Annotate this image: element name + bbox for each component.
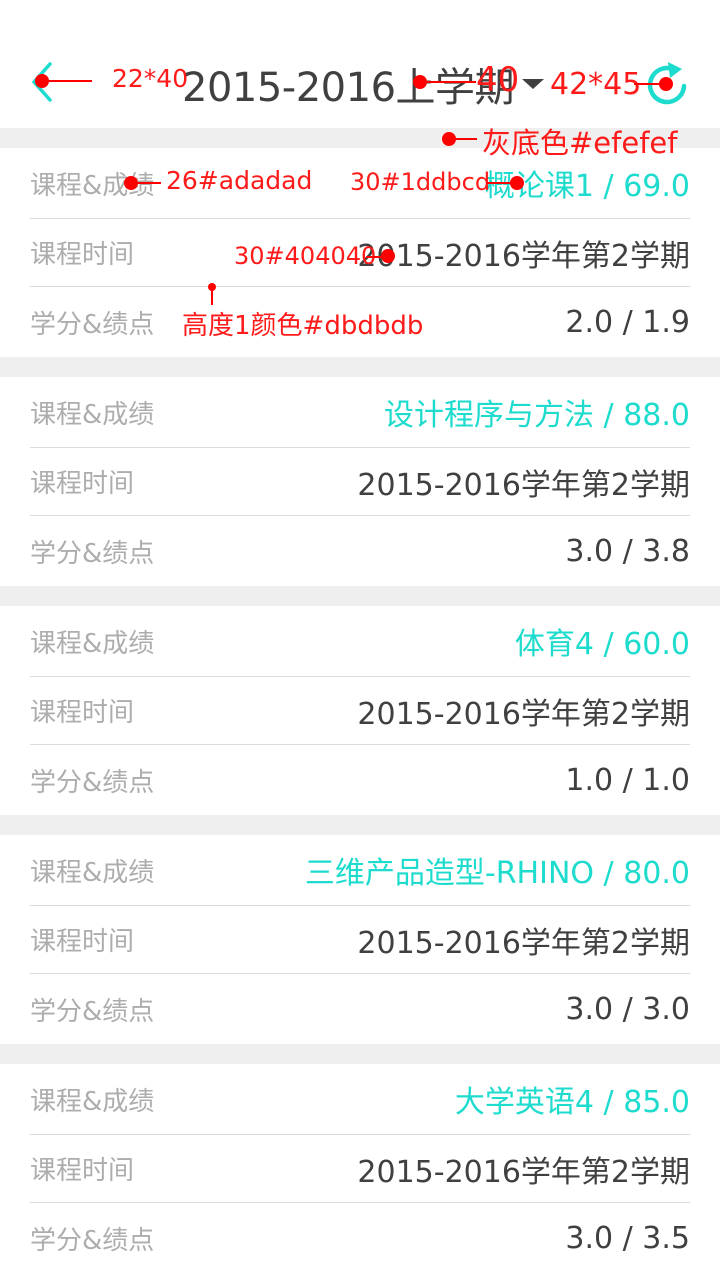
course-time-label: 课程时间 [30,698,135,728]
course-card: 课程&成绩 体育4 / 60.0 课程时间 2015-2016学年第2学期 学分… [0,606,720,815]
page-title: 2015-2016上学期 [182,65,515,111]
course-score-value: 大学英语4 / 85.0 [454,1085,690,1120]
course-score-label: 课程&成绩 [30,857,155,888]
annotation-line [211,289,213,305]
card-gap [0,1044,720,1064]
header: 2015-2016上学期 [0,0,720,128]
course-score-value: 体育4 / 60.0 [514,627,690,662]
annotation-line [420,81,476,83]
credit-gpa-label: 学分&绩点 [30,538,155,569]
course-card: 课程&成绩 大学英语4 / 85.0 课程时间 2015-2016学年第2学期 … [0,1064,720,1273]
course-score-value: 三维产品造型-RHINO / 80.0 [304,856,690,891]
back-size-annotation: 22*40 [112,64,189,93]
course-time-label: 课程时间 [30,927,135,957]
course-time-value: 2015-2016学年第2学期 [357,467,690,503]
annotation-marker [510,176,524,190]
chevron-down-icon [522,79,545,89]
card-gap [0,357,720,377]
course-time-value: 2015-2016学年第2学期 [357,1154,690,1190]
course-time-value: 2015-2016学年第2学期 [357,925,690,961]
credit-gpa-value: 3.0 / 3.5 [565,1220,690,1256]
course-time-value: 2015-2016学年第2学期 [357,696,690,732]
course-time-row: 课程时间 2015-2016学年第2学期 [30,448,690,516]
value-spec-annotation: 30#404040 [234,242,377,270]
credit-gpa-row: 学分&绩点 1.0 / 1.0 [30,745,690,815]
course-time-row: 课程时间 2015-2016学年第2学期 [30,1135,690,1203]
card-gap [0,815,720,835]
course-time-label: 课程时间 [30,240,135,270]
credit-gpa-row: 学分&绩点 3.0 / 3.5 [30,1203,690,1273]
course-time-row: 课程时间 2015-2016学年第2学期 [30,906,690,974]
credit-gpa-label: 学分&绩点 [30,309,155,340]
course-score-value: 设计程序与方法 / 88.0 [384,398,690,433]
course-score-row: 课程&成绩 大学英语4 / 85.0 [30,1064,690,1135]
course-card: 课程&成绩 三维产品造型-RHINO / 80.0 课程时间 2015-2016… [0,835,720,1044]
course-time-row: 课程时间 2015-2016学年第2学期 [30,677,690,745]
course-list: 课程&成绩 概论课1 / 69.0 课程时间 2015-2016学年第2学期 学… [0,128,720,1273]
course-score-label: 课程&成绩 [30,399,155,430]
credit-gpa-value: 3.0 / 3.8 [565,533,690,569]
card-gap [0,586,720,606]
refresh-size-annotation: 42*45 [550,67,642,102]
credit-gpa-row: 学分&绩点 3.0 / 3.8 [30,516,690,586]
course-time-value: 2015-2016学年第2学期 [357,238,690,274]
label-spec-annotation: 26#adadad [166,166,313,195]
credit-gpa-value: 2.0 / 1.9 [565,304,690,340]
accent-spec-annotation: 30#1ddbcd [350,168,491,196]
gray-bg-annotation: 灰底色#efefef [482,126,678,160]
course-time-label: 课程时间 [30,469,135,499]
course-score-row: 课程&成绩 体育4 / 60.0 [30,606,690,677]
credit-gpa-value: 1.0 / 1.0 [565,762,690,798]
course-time-label: 课程时间 [30,1156,135,1186]
credit-gpa-label: 学分&绩点 [30,996,155,1027]
divider-spec-annotation: 高度1颜色#dbdbdb [182,311,424,341]
course-score-row: 课程&成绩 三维产品造型-RHINO / 80.0 [30,835,690,906]
annotation-marker [659,77,673,91]
credit-gpa-row: 学分&绩点 3.0 / 3.0 [30,974,690,1044]
course-card: 课程&成绩 设计程序与方法 / 88.0 课程时间 2015-2016学年第2学… [0,377,720,586]
credit-gpa-label: 学分&绩点 [30,767,155,798]
annotation-marker [381,249,395,263]
course-score-row: 课程&成绩 设计程序与方法 / 88.0 [30,377,690,448]
course-score-label: 课程&成绩 [30,1086,155,1117]
annotation-line [131,182,161,184]
annotation-line [455,138,477,140]
annotation-line [42,80,92,82]
title-size-annotation: 40 [476,60,520,100]
course-score-label: 课程&成绩 [30,628,155,659]
credit-gpa-label: 学分&绩点 [30,1225,155,1256]
annotation-marker [442,132,456,146]
credit-gpa-value: 3.0 / 3.0 [565,991,690,1027]
